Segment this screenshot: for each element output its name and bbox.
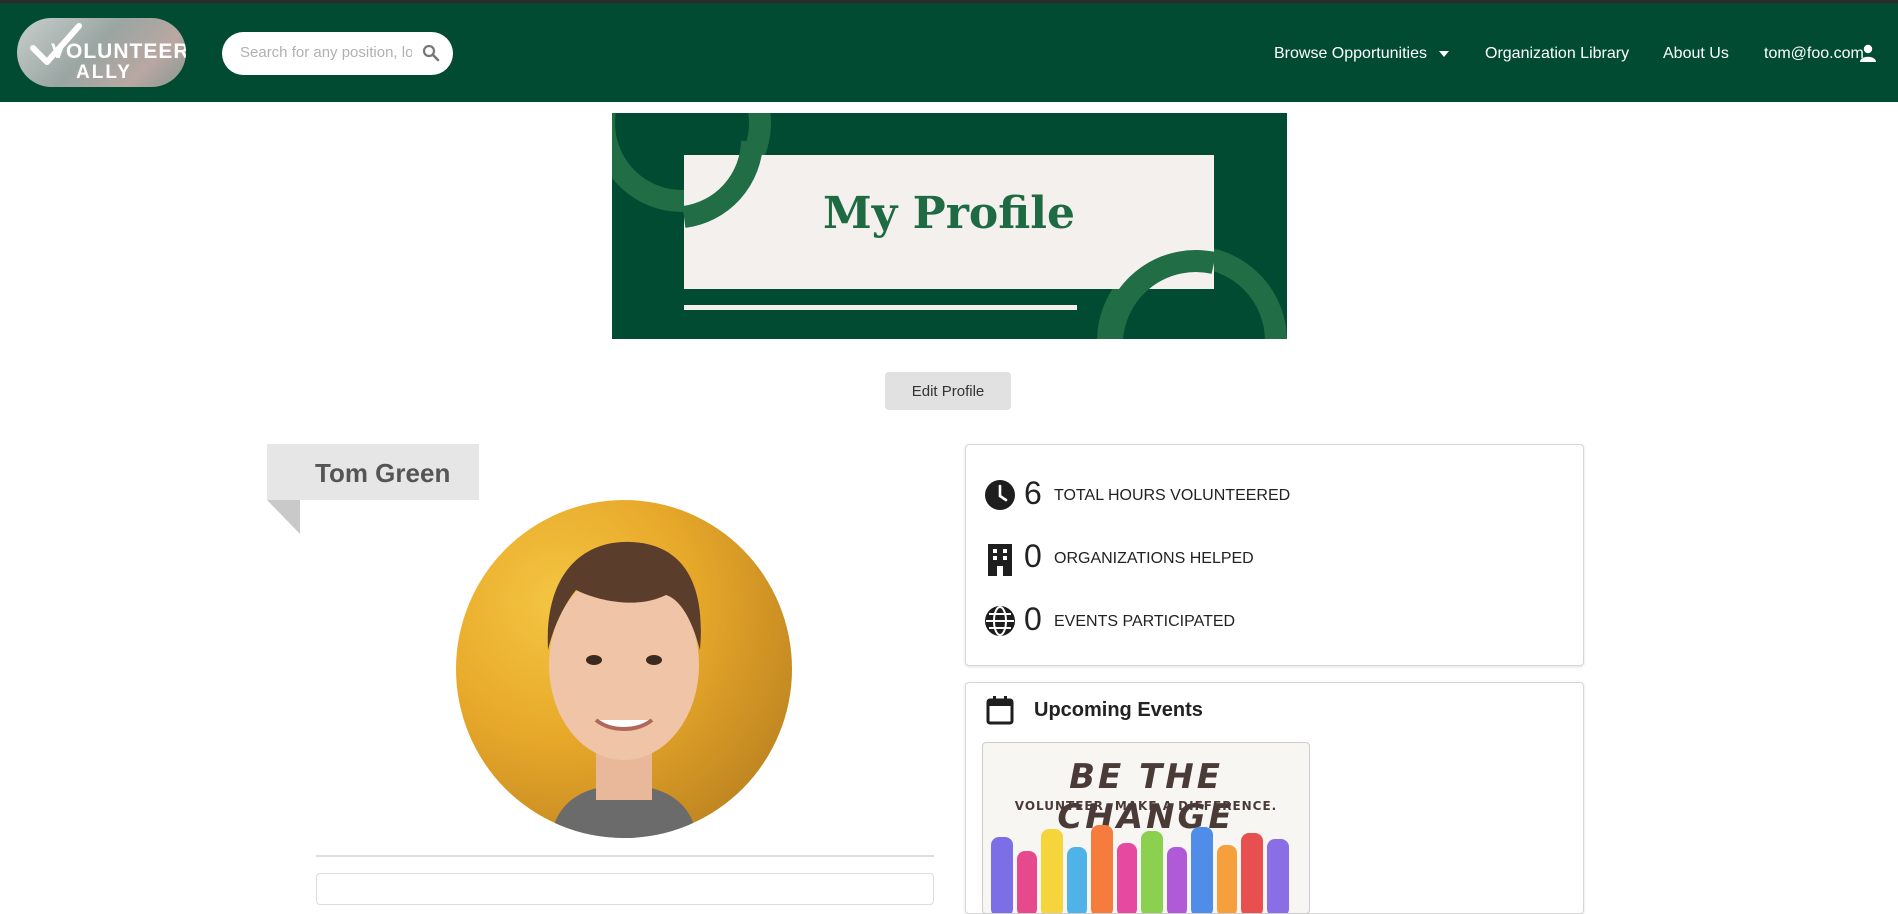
volunteer-ally-logo[interactable]: VOLUNTEER ALLY <box>17 18 186 87</box>
search-input[interactable] <box>238 43 414 62</box>
user-icon[interactable] <box>1859 44 1877 62</box>
profile-details-card <box>316 873 934 905</box>
organization-library-link[interactable]: Organization Library <box>1485 45 1629 63</box>
avatar-portrait <box>547 541 701 838</box>
globe-icon <box>985 606 1015 636</box>
navbar: VOLUNTEER ALLY Browse Opportunities Orga… <box>0 3 1898 102</box>
event-poster-subtitle: VOLUNTEER. MAKE A DIFFERENCE. <box>1014 799 1278 813</box>
raised-hands-illustration <box>991 825 1289 913</box>
profile-divider <box>316 855 934 857</box>
user-account-link[interactable]: tom@foo.com <box>1764 45 1864 63</box>
browse-opportunities-link[interactable]: Browse Opportunities <box>1274 45 1427 63</box>
stat-organizations-label: ORGANIZATIONS HELPED <box>1054 550 1254 567</box>
name-tag-fold <box>267 500 300 534</box>
stat-hours-label: TOTAL HOURS VOLUNTEERED <box>1054 487 1291 504</box>
upcoming-events-card: Upcoming Events BE THE CHANGE VOLUNTEER.… <box>965 682 1584 914</box>
stat-events-label: EVENTS PARTICIPATED <box>1054 613 1236 630</box>
caret-down-icon[interactable] <box>1439 51 1449 57</box>
clock-icon <box>985 480 1015 510</box>
banner-title: My Profile <box>823 188 1075 239</box>
about-us-link[interactable]: About Us <box>1663 45 1729 63</box>
stats-card: 6 TOTAL HOURS VOLUNTEERED 0 ORGANIZATION… <box>965 444 1584 666</box>
building-icon <box>988 544 1012 576</box>
upcoming-events-title: Upcoming Events <box>1034 699 1203 721</box>
stat-events-value: 0 <box>1024 601 1042 637</box>
logo-text-line2: ALLY <box>76 62 132 83</box>
calendar-icon <box>986 696 1014 725</box>
stat-organizations-value: 0 <box>1024 538 1042 574</box>
edit-profile-button[interactable]: Edit Profile <box>885 372 1011 410</box>
banner-underline <box>684 305 1077 310</box>
avatar <box>456 500 792 838</box>
search-bar <box>222 32 453 75</box>
profile-banner: My Profile <box>612 113 1287 339</box>
event-card[interactable]: BE THE CHANGE VOLUNTEER. MAKE A DIFFEREN… <box>982 742 1310 914</box>
search-icon[interactable] <box>422 44 440 62</box>
logo-text-line1: VOLUNTEER <box>51 40 186 63</box>
profile-name: Tom Green <box>315 458 451 488</box>
stat-hours-value: 6 <box>1024 475 1042 511</box>
profile-name-tag: Tom Green <box>267 444 479 500</box>
